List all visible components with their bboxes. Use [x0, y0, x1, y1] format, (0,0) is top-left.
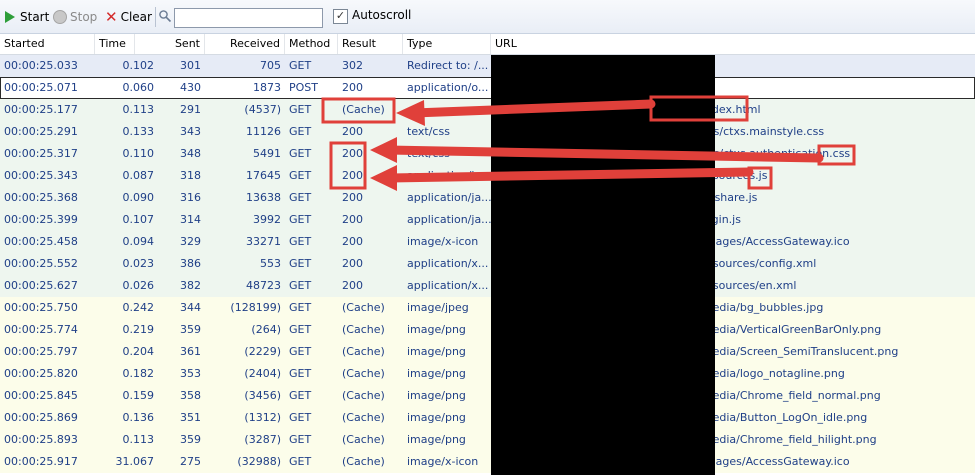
annotation-box-index-html	[649, 95, 749, 122]
annotation-layer	[321, 95, 856, 191]
annotation-box-css	[817, 144, 856, 166]
annotation-box-cache	[321, 97, 396, 124]
annotation-arrow-3	[370, 165, 754, 191]
annotation-arrow-1	[396, 99, 656, 126]
annotation-box-200	[329, 141, 367, 190]
annotation-arrow-2	[370, 137, 824, 163]
